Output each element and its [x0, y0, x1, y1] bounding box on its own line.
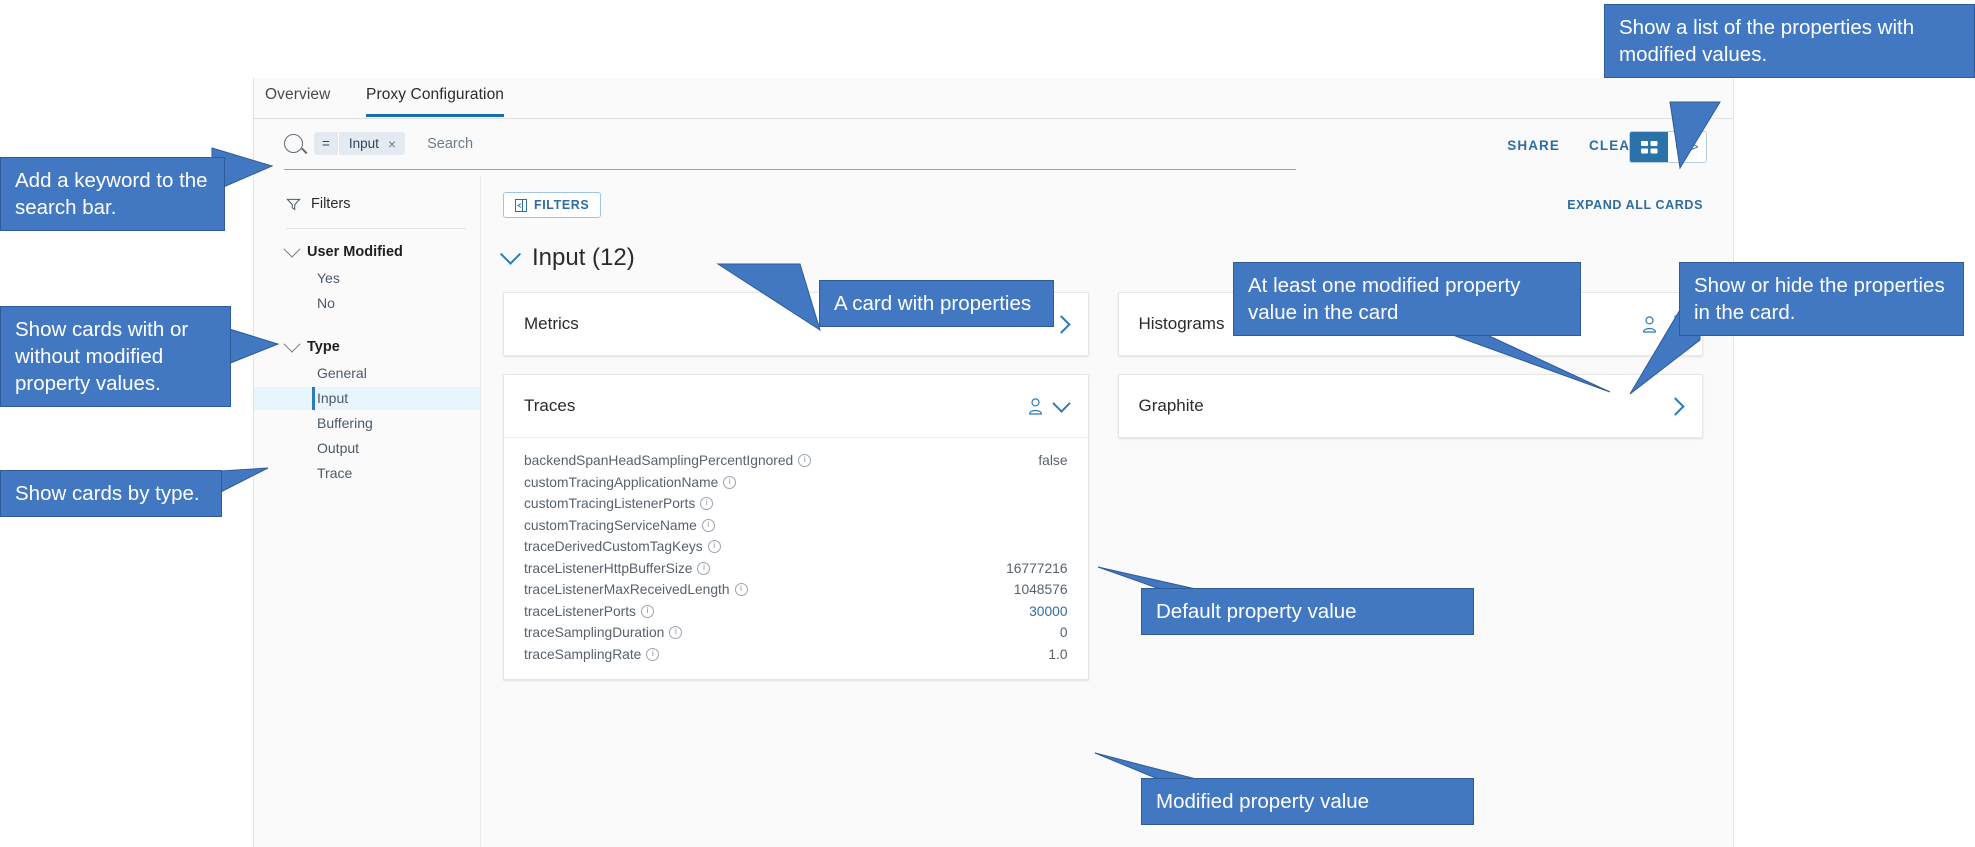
callout-modified-in-card-text: At least one modified property value in … [1248, 274, 1521, 324]
callout-default-value-text: Default property value [1156, 600, 1357, 623]
callout-type-filter-text: Show cards by type. [15, 482, 200, 505]
callout-card-with-properties-text: A card with properties [834, 292, 1032, 315]
callout-modified-value-text: Modified property value [1156, 790, 1370, 813]
callout-type-filter: Show cards by type. [0, 470, 222, 517]
callout-modified-filter: Show cards with or without modified prop… [0, 306, 231, 407]
callout-modified-in-card: At least one modified property value in … [1233, 262, 1581, 336]
callout-modified-list: Show a list of the properties with modif… [1604, 4, 1975, 78]
callout-card-with-properties: A card with properties [819, 280, 1054, 327]
callout-add-keyword: Add a keyword to the search bar. [0, 157, 225, 231]
callout-tails [0, 0, 1975, 847]
callout-modified-filter-text: Show cards with or without modified prop… [15, 318, 189, 395]
callout-tail-shapes [204, 101, 1721, 787]
callout-modified-value: Modified property value [1141, 778, 1474, 825]
callout-show-hide: Show or hide the properties in the card. [1679, 262, 1964, 336]
callout-default-value: Default property value [1141, 588, 1474, 635]
callout-add-keyword-text: Add a keyword to the search bar. [15, 169, 208, 219]
callout-show-hide-text: Show or hide the properties in the card. [1694, 274, 1945, 324]
callout-modified-list-text: Show a list of the properties with modif… [1619, 16, 1915, 66]
